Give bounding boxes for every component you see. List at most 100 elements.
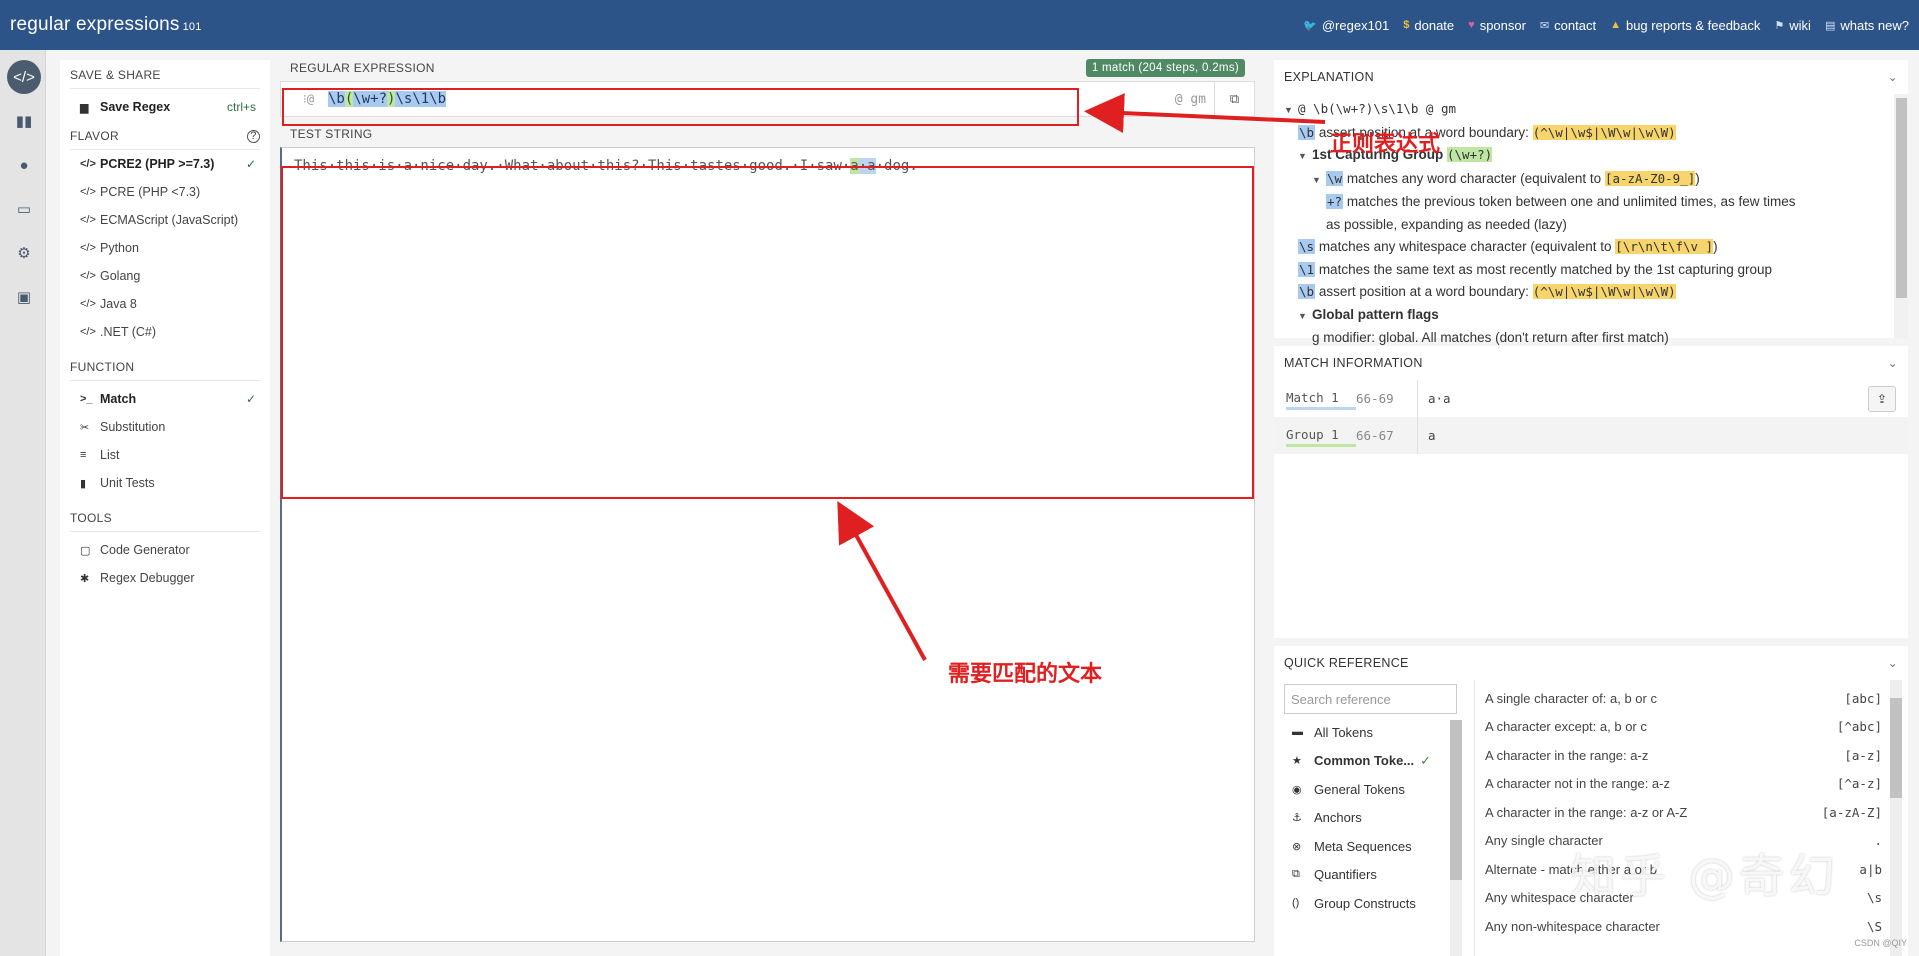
match-row[interactable]: Match 1 66-69 a·a ⇪ [1274,380,1908,417]
flavor-label: ECMAScript (JavaScript) [100,213,239,227]
icon-rail: </> ▮▮ ● ▭ ⚙ ▣ [0,50,46,956]
category-anchors[interactable]: ⚓ Anchors [1284,804,1474,833]
regex-flags[interactable]: @ gm [1175,92,1206,107]
flavor-item-ecmascript[interactable]: </> ECMAScript (JavaScript) [70,206,260,234]
chevron-down-icon[interactable]: ⌄ [1888,356,1898,370]
reference-row[interactable]: A character in the range: a-z or A-Z [a-z… [1485,798,1882,827]
explanation-panel: EXPLANATION ⌄ ▼ @ \b(\w+?)\s\1\b @ gm \b a… [1274,60,1908,345]
function-item-substitution[interactable]: ✂ Substitution [70,413,260,441]
test-string-highlight-box [281,166,1254,499]
checkmark-icon: ✓ [245,157,256,171]
tool-item-regex-debugger[interactable]: ✱ Regex Debugger [70,564,260,592]
quantifier-icon: ⧉ [1292,868,1300,881]
category-meta-sequences[interactable]: ⊗ Meta Sequences [1284,832,1474,861]
code-icon: </> [80,214,96,226]
category-common-tokens[interactable]: ★ Common Toke... ✓ [1284,747,1474,776]
flavor-header: FLAVOR? [70,129,260,150]
flavor-item-dotnet[interactable]: </> .NET (C#) [70,318,260,346]
flask-icon: ▮ [80,477,87,490]
explanation-token: +? [1326,194,1344,209]
gear-icon[interactable]: ⚙ [7,236,41,270]
reference-desc: A character in the range: a-z or A-Z [1485,804,1688,820]
brand-logo[interactable]: regular expressions 101 [10,14,202,36]
explanation-line: \s matches any whitespace character (equ… [1284,236,1884,259]
triangle-icon: ▼ [1298,151,1307,161]
explanation-text: @ \b(\w+?)\s\1\b @ gm [1298,101,1457,116]
share-icon[interactable]: ⇪ [1868,385,1896,412]
category-quantifiers[interactable]: ⧉ Quantifiers [1284,861,1474,890]
save-regex-button[interactable]: ▆ Save Regex ctrl+s [70,93,260,121]
reference-row[interactable]: A character except: a, b or c [^abc] [1485,713,1882,742]
copy-icon[interactable]: ⧉ [1214,82,1254,116]
flavor-item-java[interactable]: </> Java 8 [70,290,260,318]
reference-token: \s [1866,890,1882,906]
reference-desc: Any non-whitespace character [1485,918,1660,934]
flavor-item-python[interactable]: </> Python [70,234,260,262]
whats-new-link[interactable]: ▤ whats new? [1825,18,1909,33]
scrollbar-thumb[interactable] [1450,720,1462,880]
quick-reference-header[interactable]: QUICK REFERENCE ⌄ [1274,646,1908,680]
flavor-title: FLAVOR [70,129,119,143]
gamepad-icon[interactable]: ▭ [7,192,41,226]
reference-row[interactable]: A character in the range: a-z [a-z] [1485,741,1882,770]
scrollbar-thumb[interactable] [1890,698,1902,798]
regex-annotation-label: 正则表达式 [1330,132,1441,157]
tools-section: TOOLS ▢ Code Generator ✱ Regex Debugger [60,497,270,592]
category-general-tokens[interactable]: ◉ General Tokens [1284,775,1474,804]
file-code-icon: ▢ [80,544,91,557]
explanation-code: (^\w|\w$|\W\w|\w\W) [1532,124,1676,140]
category-label: General Tokens [1314,781,1405,797]
explanation-text: matches the previous token between one a… [1343,194,1796,209]
function-item-match[interactable]: >_ Match ✓ [70,385,260,413]
scrollbar[interactable] [1450,720,1462,956]
reference-desc: A single character of: a, b or c [1485,690,1657,706]
scrollbar[interactable] [1890,680,1902,956]
chevron-down-icon[interactable]: ⌄ [1888,70,1898,84]
code-icon: </> [80,242,96,254]
code-icon: </> [80,186,96,198]
stats-icon[interactable]: ▮▮ [7,104,41,138]
mail-icon: ✉ [1539,19,1550,32]
tool-item-code-generator[interactable]: ▢ Code Generator [70,536,260,564]
category-group-constructs[interactable]: () Group Constructs [1284,889,1474,918]
category-label: Anchors [1314,810,1362,826]
flavor-item-pcre2[interactable]: </> PCRE2 (PHP >=7.3) ✓ [70,150,260,178]
reference-row[interactable]: A character not in the range: a-z [^a-z] [1485,770,1882,799]
reference-token: [^a-z] [1836,776,1882,792]
triangle-icon: ▼ [1284,105,1293,115]
sponsor-label: sponsor [1479,17,1526,33]
flavor-item-golang[interactable]: </> Golang [70,262,260,290]
search-reference-input[interactable]: Search reference [1284,684,1457,714]
category-label: Common Toke... [1314,753,1415,769]
terminal-icon: >_ [80,393,93,405]
group-row[interactable]: Group 1 66-67 a [1274,417,1908,454]
user-icon[interactable]: ● [7,148,41,182]
wiki-link[interactable]: ⚑ wiki [1774,18,1811,33]
quick-reference-list: A single character of: a, b or c [abc] A … [1474,680,1908,956]
function-item-unit-tests[interactable]: ▮ Unit Tests [70,469,260,497]
help-icon[interactable]: ? [247,129,260,143]
donate-link[interactable]: $ donate [1403,18,1454,33]
reference-row[interactable]: A single character of: a, b or c [abc] [1485,684,1882,713]
sponsor-link[interactable]: ♥ sponsor [1468,18,1526,33]
chat-icon[interactable]: ▣ [7,280,41,314]
wiki-label: wiki [1789,17,1811,33]
explanation-line: ▼ \w matches any word character (equivale… [1284,168,1884,192]
category-all-tokens[interactable]: ▬ All Tokens [1284,718,1474,747]
explanation-header[interactable]: EXPLANATION ⌄ [1274,60,1908,94]
chevron-down-icon[interactable]: ⌄ [1888,656,1898,670]
code-icon[interactable]: </> [7,60,41,94]
scrollbar[interactable] [1896,98,1907,298]
function-item-list[interactable]: ≡ List [70,441,260,469]
twitter-link[interactable]: 🐦 @regex101 [1303,18,1389,33]
reference-row[interactable]: Any non-whitespace character \S [1485,912,1882,941]
regex-header: REGULAR EXPRESSION 1 match (204 steps, 0… [280,55,1255,81]
reference-token: \S [1866,918,1882,934]
flavor-label: Golang [100,269,141,283]
flavor-item-pcre[interactable]: </> PCRE (PHP <7.3) [70,178,260,206]
bug-reports-link[interactable]: ▲ bug reports & feedback [1610,18,1760,33]
contact-link[interactable]: ✉ contact [1540,18,1596,33]
bug-icon: ✱ [80,572,90,585]
match-info-header[interactable]: MATCH INFORMATION ⌄ [1274,346,1908,380]
group-value: a [1428,428,1436,443]
